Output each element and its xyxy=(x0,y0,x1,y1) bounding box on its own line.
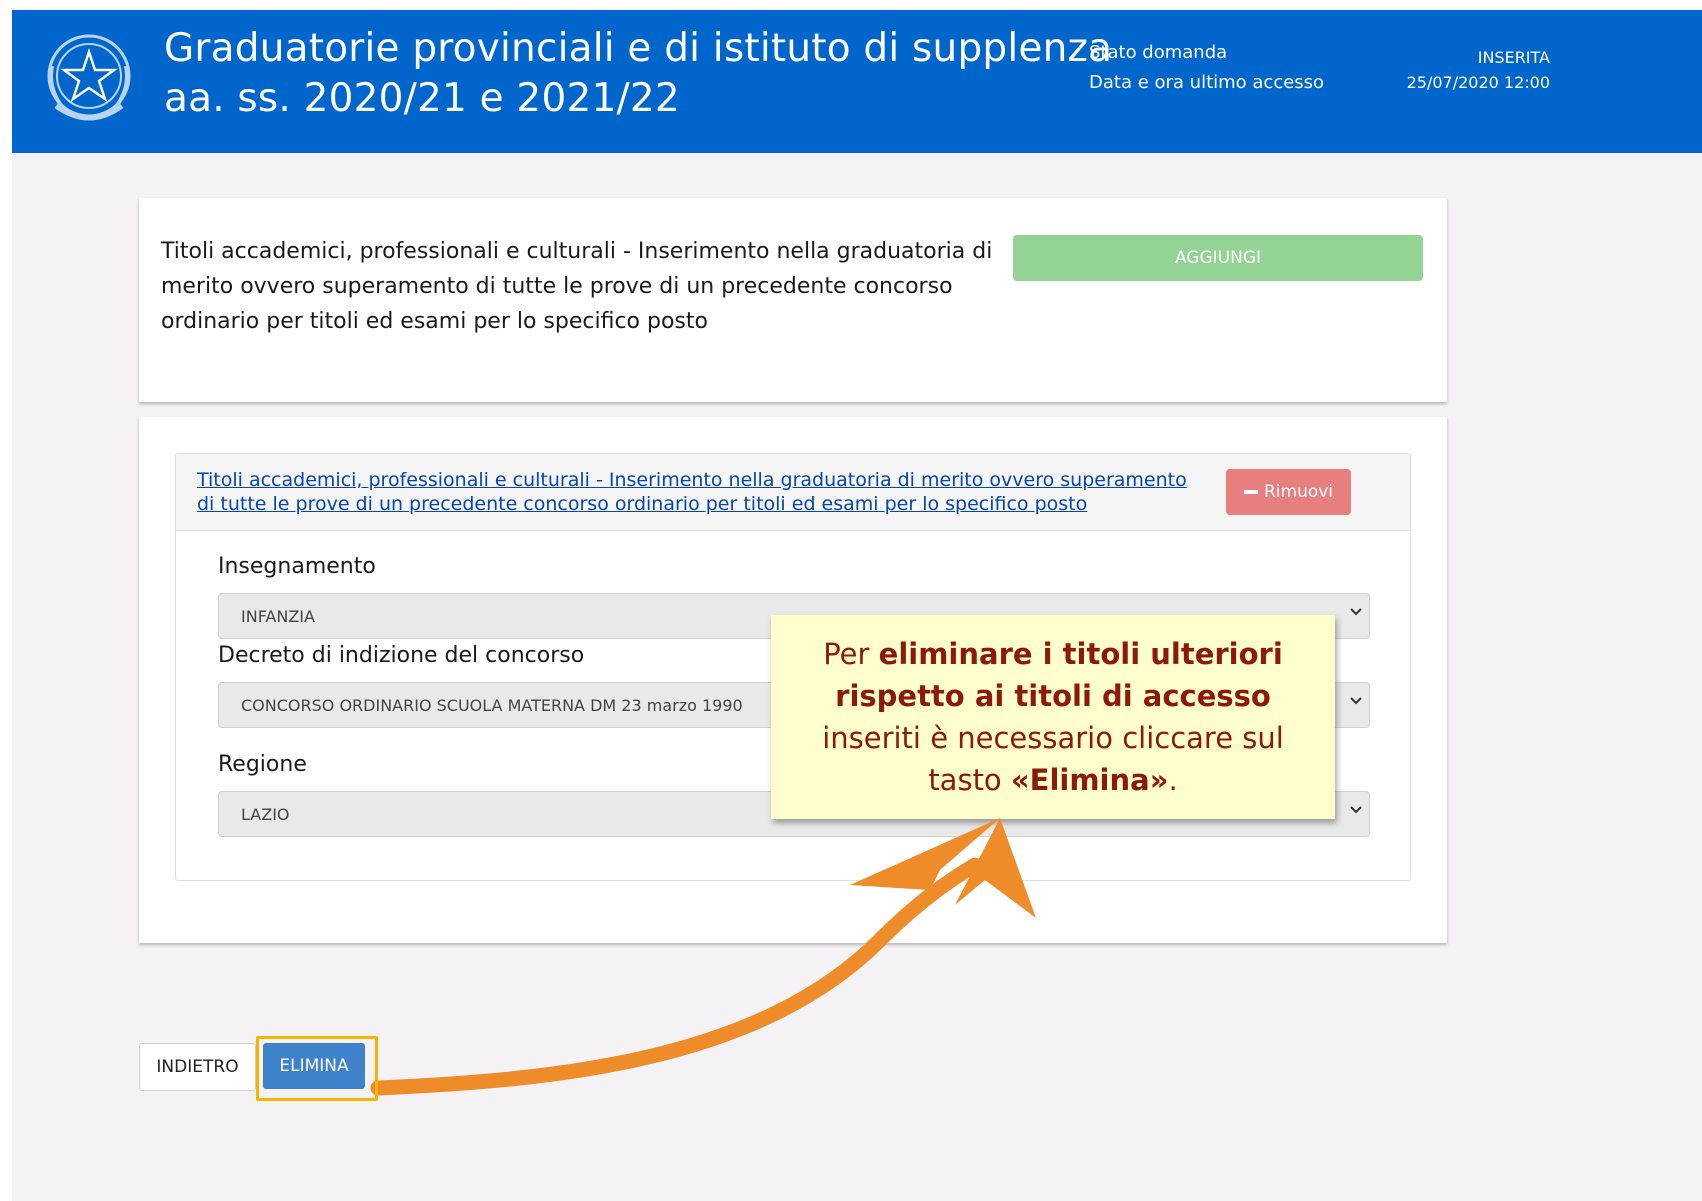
entry-title-link[interactable]: Titoli accademici, professionali e cultu… xyxy=(197,468,1187,516)
status-label: Stato domanda xyxy=(1089,42,1228,63)
status-value: INSERITA xyxy=(1477,48,1550,67)
chevron-down-icon xyxy=(1350,697,1362,705)
app-title-line1: Graduatorie provinciali e di istituto di… xyxy=(164,26,1113,71)
callout-bold2: «Elimina» xyxy=(1010,763,1169,797)
field-label-decreto: Decreto di indizione del concorso xyxy=(218,643,585,668)
app-header: Graduatorie provinciali e di istituto di… xyxy=(12,10,1702,153)
app-title: Graduatorie provinciali e di istituto di… xyxy=(164,24,1112,124)
callout-part3: . xyxy=(1168,763,1178,797)
section-card: Titoli accademici, professionali e cultu… xyxy=(139,198,1447,402)
app-title-line2: aa. ss. 2020/21 e 2021/22 xyxy=(164,76,680,121)
callout-bold1: eliminare i titoli ulteriori rispetto ai… xyxy=(835,637,1283,713)
instruction-callout-text: Per eliminare i titoli ulteriori rispett… xyxy=(793,633,1313,801)
section-description: Titoli accademici, professionali e cultu… xyxy=(161,239,993,334)
select-decreto-value: CONCORSO ORDINARIO SCUOLA MATERNA DM 23 … xyxy=(241,696,743,715)
last-access-label: Data e ora ultimo accesso xyxy=(1089,72,1325,93)
minus-icon xyxy=(1243,490,1258,494)
back-button[interactable]: INDIETRO xyxy=(139,1043,256,1091)
chevron-down-icon xyxy=(1350,608,1362,616)
last-access-value: 25/07/2020 12:00 xyxy=(1406,73,1550,92)
remove-button-label: Rimuovi xyxy=(1263,482,1334,502)
italian-republic-emblem-icon xyxy=(47,34,131,121)
instruction-callout: Per eliminare i titoli ulteriori rispett… xyxy=(771,615,1335,819)
entry-panel-header: Titoli accademici, professionali e cultu… xyxy=(176,454,1410,531)
field-label-regione: Regione xyxy=(218,752,307,777)
delete-button[interactable]: ELIMINA xyxy=(263,1043,365,1089)
chevron-down-icon xyxy=(1350,806,1362,814)
field-label-insegnamento: Insegnamento xyxy=(218,554,376,579)
select-regione-value: LAZIO xyxy=(241,805,290,824)
select-insegnamento-value: INFANZIA xyxy=(241,607,315,626)
callout-part1: Per xyxy=(823,637,879,671)
remove-button[interactable]: Rimuovi xyxy=(1226,469,1351,515)
add-button[interactable]: AGGIUNGI xyxy=(1013,235,1423,281)
